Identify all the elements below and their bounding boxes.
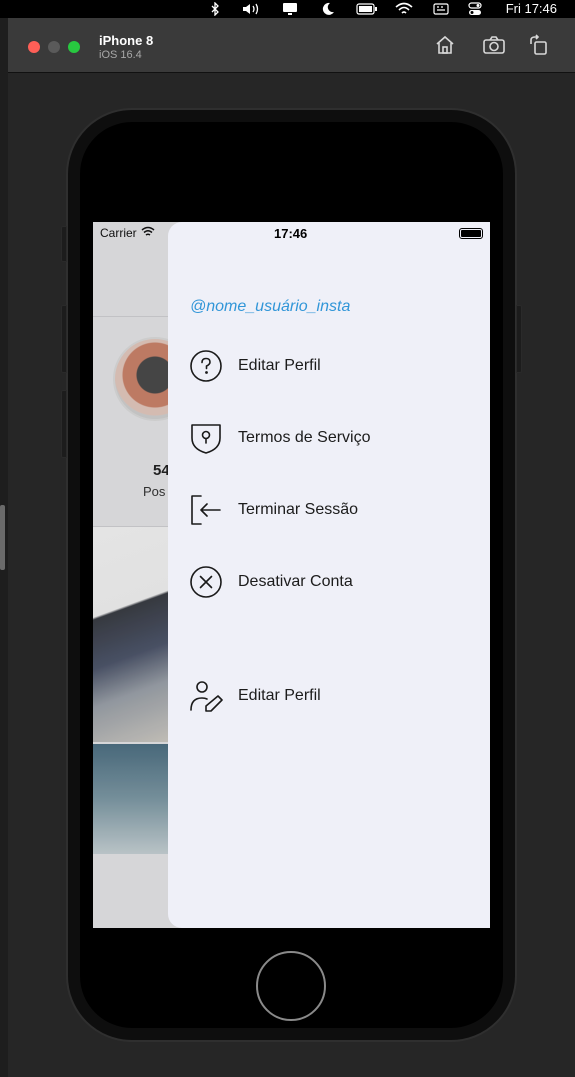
volume-up-button: [61, 305, 67, 373]
iphone-home-button[interactable]: [256, 951, 326, 1021]
drawer-item-label: Editar Perfil: [238, 357, 321, 374]
screenshot-button[interactable]: [481, 34, 507, 60]
home-button[interactable]: [432, 34, 458, 60]
ios-status-time: 17:46: [274, 226, 308, 241]
menu-bar-clock[interactable]: Fri 17:46: [506, 1, 557, 16]
volume-icon[interactable]: [241, 1, 263, 17]
user-edit-icon: [189, 679, 223, 713]
logout-icon: [189, 493, 223, 527]
power-button: [516, 305, 522, 373]
drawer-item-edit-profile[interactable]: Editar Perfil: [189, 348, 469, 384]
drawer-username: @nome_usuário_insta: [190, 298, 351, 315]
macos-menu-bar: Fri 17:46: [0, 0, 575, 18]
screenshot-icon: [482, 34, 506, 61]
rotate-button[interactable]: [526, 33, 552, 61]
drawer-item-label: Terminar Sessão: [238, 501, 359, 518]
window-maximize-button[interactable]: [68, 41, 80, 53]
drawer-item-label: Termos de Serviço: [238, 429, 371, 446]
iphone-screen: Carrier 54 Pos @nome_usuário_insta Edita…: [93, 222, 490, 928]
side-drawer: @nome_usuário_insta Editar Perfil Termos…: [168, 222, 490, 928]
ios-battery-icon: [459, 228, 483, 239]
silent-switch: [61, 226, 67, 262]
drawer-item-terms[interactable]: Termos de Serviço: [189, 420, 469, 456]
window-minimize-button[interactable]: [48, 41, 60, 53]
volume-down-button: [61, 390, 67, 458]
home-icon: [434, 34, 456, 61]
drawer-item-label: Editar Perfil: [238, 687, 321, 704]
window-resize-handle[interactable]: [0, 505, 5, 570]
drawer-item-deactivate[interactable]: Desativar Conta: [189, 564, 469, 600]
battery-icon[interactable]: [356, 1, 378, 17]
simulator-titlebar: iPhone 8 iOS 16.4: [8, 18, 575, 73]
wifi-icon[interactable]: [394, 1, 414, 17]
drawer-item-label: Desativar Conta: [238, 573, 353, 590]
window-close-button[interactable]: [28, 41, 40, 53]
control-center-icon[interactable]: [466, 1, 484, 17]
moon-icon[interactable]: [319, 1, 337, 17]
rotate-icon: [528, 33, 550, 61]
device-name: iPhone 8: [99, 33, 154, 48]
drawer-item-logout[interactable]: Terminar Sessão: [189, 492, 469, 528]
help-circle-icon: [189, 349, 223, 383]
device-os-version: iOS 16.4: [99, 49, 142, 61]
keyboard-icon[interactable]: [432, 1, 450, 17]
bluetooth-icon[interactable]: [208, 1, 222, 17]
drawer-item-edit-profile-secondary[interactable]: Editar Perfil: [189, 678, 469, 714]
display-icon[interactable]: [280, 1, 300, 17]
shield-icon: [189, 421, 223, 455]
close-circle-icon: [189, 565, 223, 599]
